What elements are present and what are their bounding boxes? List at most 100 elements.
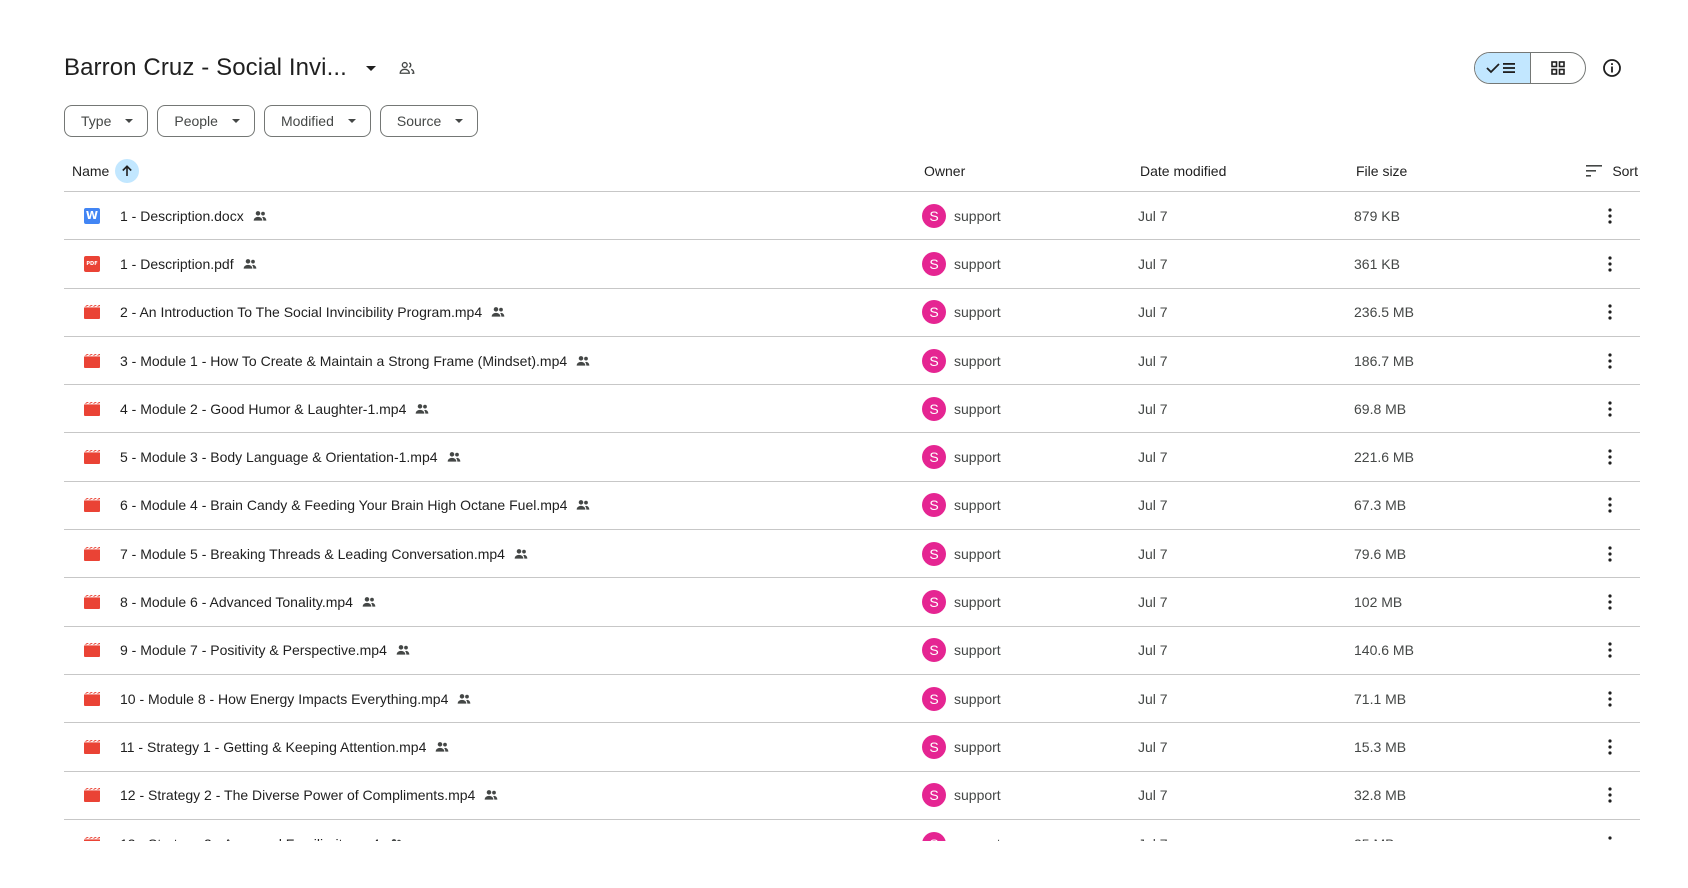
more-actions-button[interactable] bbox=[1598, 397, 1622, 421]
more-actions-button[interactable] bbox=[1598, 783, 1622, 807]
grid-view-button[interactable] bbox=[1531, 53, 1586, 83]
more-actions-button[interactable] bbox=[1598, 300, 1622, 324]
table-header: Name Owner Date modified File size Sort bbox=[64, 150, 1640, 192]
file-name[interactable]: 6 - Module 4 - Brain Candy & Feeding You… bbox=[120, 497, 591, 513]
caret-down-icon bbox=[347, 119, 356, 123]
avatar[interactable]: S bbox=[922, 686, 946, 711]
more-vert-icon bbox=[1608, 401, 1612, 417]
type-filter-chip[interactable]: Type bbox=[64, 105, 149, 137]
source-filter-chip[interactable]: Source bbox=[379, 105, 479, 137]
file-row[interactable]: 9 - Module 7 - Positivity & Perspective.… bbox=[64, 627, 1640, 675]
file-row[interactable]: 12 - Strategy 2 - The Diverse Power of C… bbox=[64, 772, 1640, 820]
file-name-label: 8 - Module 6 - Advanced Tonality.mp4 bbox=[120, 594, 353, 611]
file-name[interactable]: 11 - Strategy 1 - Getting & Keeping Atte… bbox=[120, 739, 450, 755]
file-name-label: 2 - An Introduction To The Social Invinc… bbox=[120, 304, 483, 321]
avatar[interactable]: S bbox=[922, 445, 946, 470]
more-vert-icon bbox=[1608, 594, 1612, 610]
avatar[interactable]: S bbox=[922, 783, 946, 808]
file-name[interactable]: 7 - Module 5 - Breaking Threads & Leadin… bbox=[120, 546, 529, 562]
avatar[interactable]: S bbox=[922, 251, 946, 276]
owner-cell: Ssupport bbox=[922, 348, 1001, 373]
file-name[interactable]: 3 - Module 1 - How To Create & Maintain … bbox=[120, 353, 591, 369]
avatar[interactable]: S bbox=[922, 493, 946, 518]
more-actions-button[interactable] bbox=[1598, 445, 1622, 469]
file-name[interactable]: 12 - Strategy 2 - The Diverse Power of C… bbox=[120, 787, 499, 803]
more-vert-icon bbox=[1608, 691, 1612, 707]
file-size: 221.6 MB bbox=[1354, 449, 1414, 466]
more-actions-button[interactable] bbox=[1598, 735, 1622, 759]
file-row[interactable]: 7 - Module 5 - Breaking Threads & Leadin… bbox=[64, 530, 1640, 579]
video-file-icon bbox=[84, 691, 100, 706]
avatar[interactable]: S bbox=[922, 396, 946, 421]
people-filter-chip[interactable]: People bbox=[157, 105, 255, 137]
file-name[interactable]: 9 - Module 7 - Positivity & Perspective.… bbox=[120, 642, 411, 658]
chip-label: People bbox=[174, 113, 218, 129]
file-row[interactable]: PDF 1 - Description.pdf Ssupport Jul 7 361 K… bbox=[64, 240, 1640, 289]
date-modified: Jul 7 bbox=[1138, 449, 1168, 466]
file-row[interactable]: 5 - Module 3 - Body Language & Orientati… bbox=[64, 433, 1640, 482]
name-column-header[interactable]: Name bbox=[72, 158, 140, 183]
avatar[interactable]: S bbox=[922, 638, 946, 663]
file-row[interactable]: 4 - Module 2 - Good Humor & Laughter-1.m… bbox=[64, 385, 1640, 434]
file-name[interactable]: 1 - Description.pdf bbox=[120, 256, 258, 272]
more-actions-button[interactable] bbox=[1598, 252, 1622, 276]
size-column-header[interactable]: File size bbox=[1356, 163, 1407, 179]
file-type-icon bbox=[84, 304, 100, 320]
avatar[interactable]: S bbox=[922, 203, 946, 228]
owner-name: support bbox=[954, 690, 1001, 707]
file-row[interactable]: 2 - An Introduction To The Social Invinc… bbox=[64, 289, 1640, 337]
more-vert-icon bbox=[1608, 449, 1612, 465]
folder-menu-button[interactable] bbox=[359, 56, 383, 80]
file-name-label: 11 - Strategy 1 - Getting & Keeping Atte… bbox=[120, 738, 427, 755]
owner-cell: Ssupport bbox=[922, 251, 1001, 276]
owner-cell: Ssupport bbox=[922, 783, 1001, 808]
video-file-icon bbox=[84, 739, 100, 754]
file-name[interactable]: 5 - Module 3 - Body Language & Orientati… bbox=[120, 449, 462, 465]
more-vert-icon bbox=[1608, 352, 1612, 369]
avatar[interactable]: S bbox=[922, 590, 946, 615]
list-view-button[interactable] bbox=[1475, 53, 1531, 83]
more-actions-button[interactable] bbox=[1598, 349, 1622, 373]
date-column-header[interactable]: Date modified bbox=[1140, 163, 1226, 179]
video-file-icon bbox=[84, 643, 100, 658]
file-name[interactable]: 8 - Module 6 - Advanced Tonality.mp4 bbox=[120, 594, 377, 610]
file-row[interactable]: 11 - Strategy 1 - Getting & Keeping Atte… bbox=[64, 723, 1640, 772]
file-row[interactable]: 3 - Module 1 - How To Create & Maintain … bbox=[64, 337, 1640, 386]
sort-button[interactable]: Sort bbox=[1586, 163, 1638, 179]
sort-ascending-button[interactable] bbox=[115, 158, 140, 183]
file-name[interactable]: 4 - Module 2 - Good Humor & Laughter-1.m… bbox=[120, 401, 430, 417]
more-actions-button[interactable] bbox=[1598, 687, 1622, 711]
file-name-label: 1 - Description.docx bbox=[120, 207, 244, 224]
folder-title[interactable]: Barron Cruz - Social Invi... bbox=[64, 54, 347, 82]
file-name[interactable]: 2 - An Introduction To The Social Invinc… bbox=[120, 304, 506, 320]
file-row[interactable]: 8 - Module 6 - Advanced Tonality.mp4 Ssup… bbox=[64, 578, 1640, 627]
more-actions-button[interactable] bbox=[1598, 204, 1622, 228]
file-row[interactable]: 10 - Module 8 - How Energy Impacts Every… bbox=[64, 675, 1640, 724]
file-row[interactable]: 6 - Module 4 - Brain Candy & Feeding You… bbox=[64, 482, 1640, 531]
avatar[interactable]: S bbox=[922, 300, 946, 325]
avatar[interactable]: S bbox=[922, 348, 946, 373]
more-actions-button[interactable] bbox=[1598, 590, 1622, 614]
video-file-icon bbox=[84, 595, 100, 610]
file-name-label: 10 - Module 8 - How Energy Impacts Every… bbox=[120, 690, 449, 707]
file-name[interactable]: 10 - Module 8 - How Energy Impacts Every… bbox=[120, 691, 472, 707]
details-button[interactable] bbox=[1600, 56, 1624, 80]
filter-bar: Type People Modified Source bbox=[64, 105, 479, 137]
modified-filter-chip[interactable]: Modified bbox=[263, 105, 371, 137]
avatar[interactable]: S bbox=[922, 541, 946, 566]
file-name-label: 9 - Module 7 - Positivity & Perspective.… bbox=[120, 642, 387, 659]
video-file-icon bbox=[84, 546, 100, 561]
more-actions-button[interactable] bbox=[1598, 638, 1622, 662]
owner-name: support bbox=[954, 207, 1001, 224]
owner-name: support bbox=[954, 449, 1001, 466]
avatar[interactable]: S bbox=[922, 734, 946, 759]
file-name[interactable]: 1 - Description.docx bbox=[120, 208, 268, 224]
more-actions-button[interactable] bbox=[1598, 493, 1622, 517]
owner-column-header[interactable]: Owner bbox=[924, 163, 965, 179]
more-actions-button[interactable] bbox=[1598, 542, 1622, 566]
file-type-icon bbox=[84, 401, 100, 417]
file-rows: W 1 - Description.docx Ssupport Jul 7 879 KB… bbox=[64, 192, 1640, 869]
file-row[interactable]: W 1 - Description.docx Ssupport Jul 7 879 KB bbox=[64, 192, 1640, 241]
shared-folder-icon[interactable] bbox=[397, 58, 417, 78]
file-list: Name Owner Date modified File size Sort … bbox=[64, 150, 1640, 869]
